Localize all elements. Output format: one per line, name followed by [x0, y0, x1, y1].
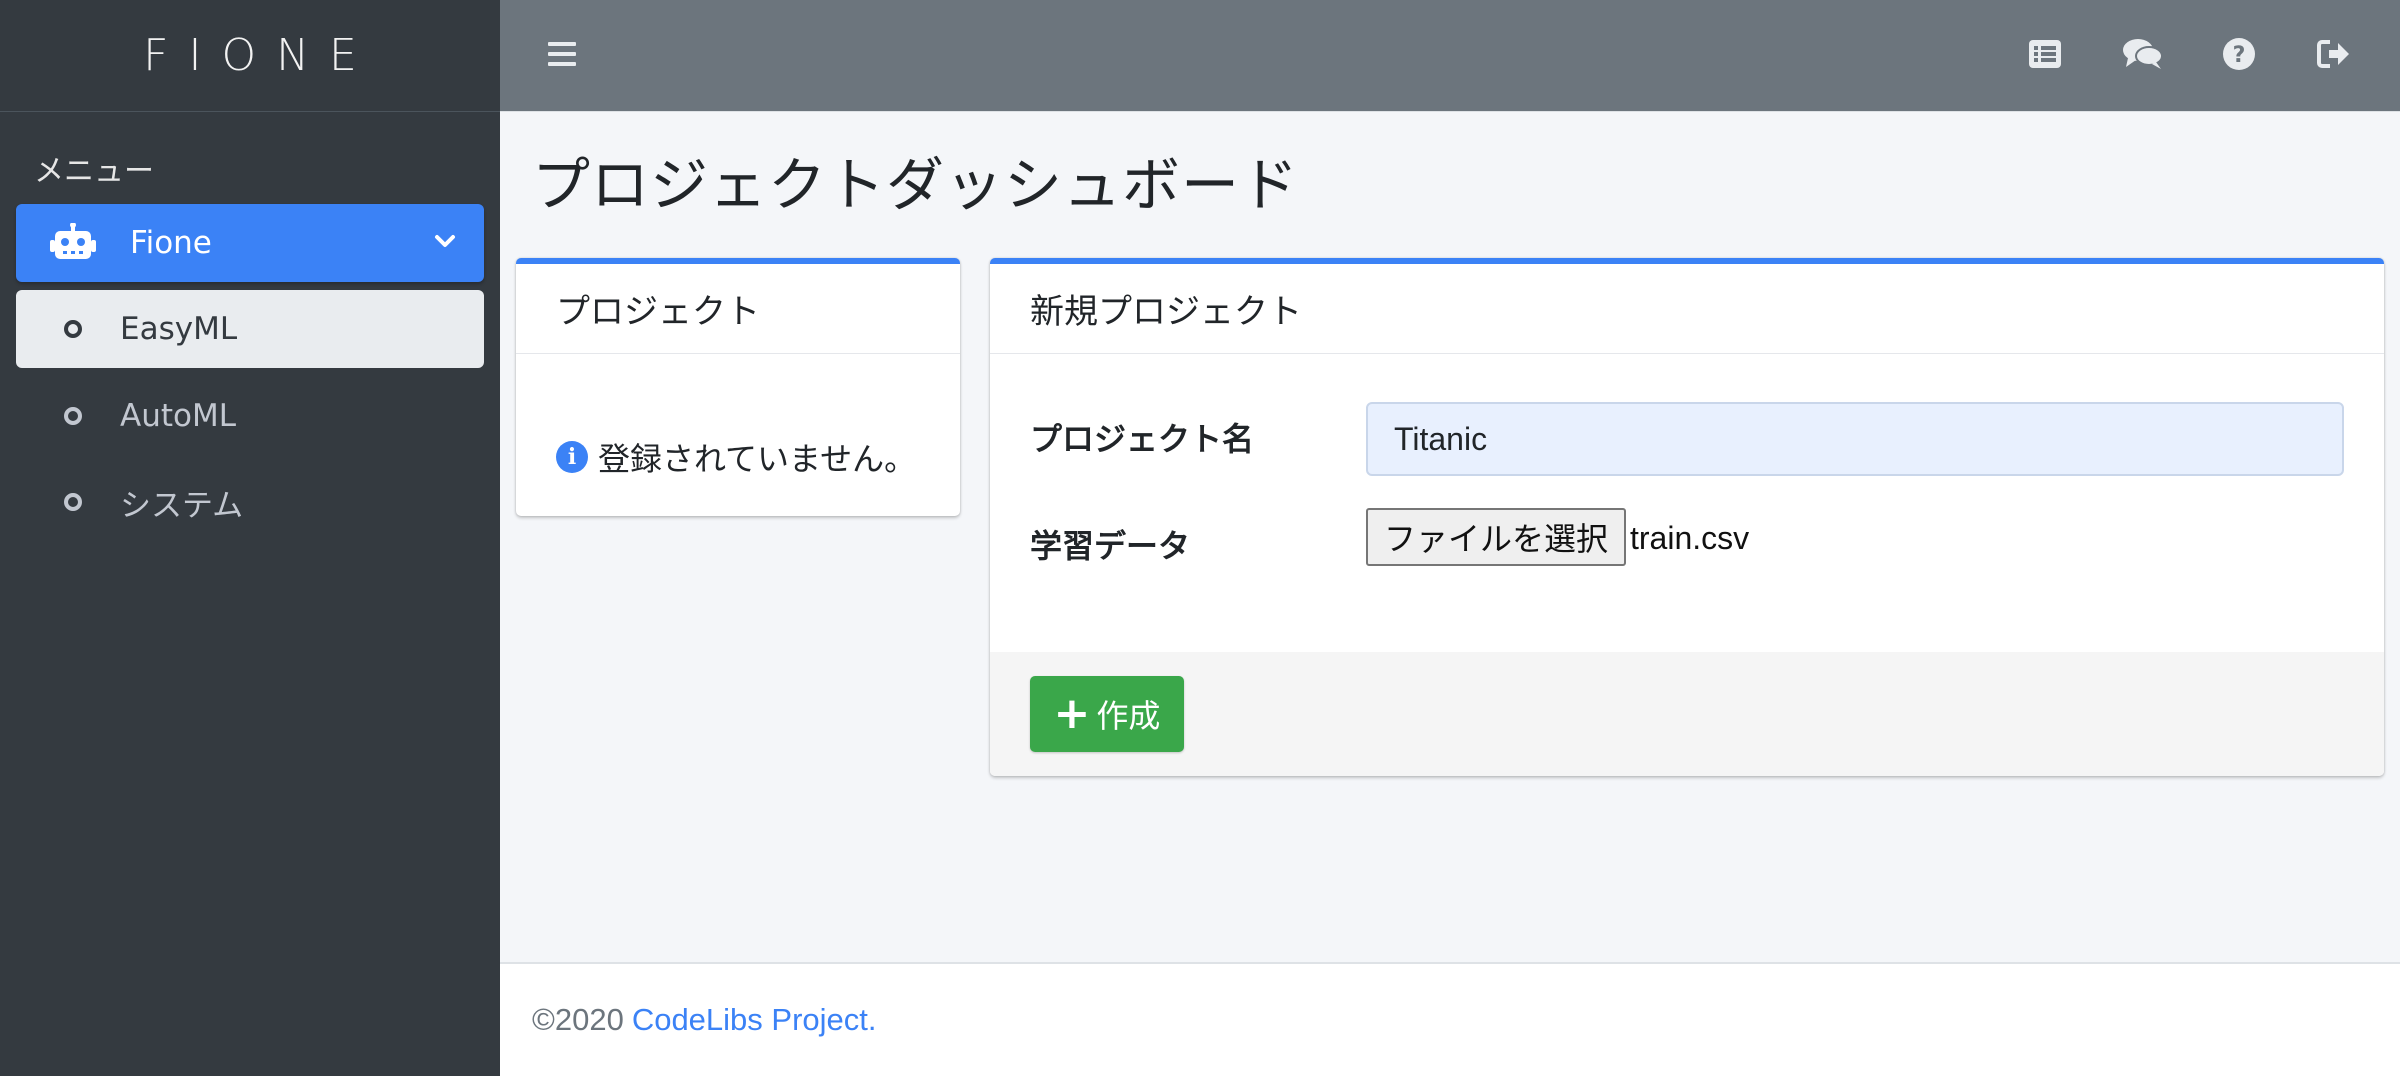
file-name: train.csv	[1630, 520, 1750, 556]
sidebar-item-easyml[interactable]: EasyML	[16, 290, 484, 368]
chevron-down-icon	[434, 230, 456, 256]
sidebar-item-label: システム	[120, 487, 244, 524]
robot-icon	[50, 223, 106, 263]
empty-message: i 登録されていません。	[556, 434, 916, 480]
circle-icon	[64, 407, 82, 425]
brand-logo[interactable]: FIONE	[123, 30, 377, 81]
sidebar-item-label: EasyML	[120, 311, 238, 347]
create-button[interactable]: + 作成	[1030, 676, 1184, 752]
logout-icon[interactable]	[2316, 36, 2352, 76]
projects-card-header: プロジェクト	[516, 264, 960, 354]
page-footer: ©2020 CodeLibs Project .	[500, 962, 2400, 1076]
circle-icon	[64, 320, 82, 338]
comments-icon[interactable]	[2122, 36, 2164, 76]
project-name-input[interactable]	[1366, 402, 2344, 476]
svg-text:?: ?	[2233, 43, 2246, 68]
top-navbar: ?	[500, 0, 2400, 112]
sidebar-item-fione[interactable]: Fione	[16, 204, 484, 282]
copyright-text: ©2020	[532, 1002, 624, 1037]
codelibs-link[interactable]: CodeLibs Project	[632, 1002, 868, 1038]
plus-icon: +	[1053, 688, 1091, 739]
sidebar-item-automl[interactable]: AutoML	[16, 377, 484, 455]
sidebar-item-label: AutoML	[120, 398, 236, 434]
projects-card: プロジェクト i 登録されていません。	[516, 258, 960, 516]
menu-header: メニュー	[34, 154, 154, 189]
file-select-button[interactable]: ファイルを選択	[1366, 508, 1627, 566]
footer-period: .	[867, 1002, 877, 1037]
menu-icon[interactable]	[546, 38, 578, 74]
sidebar: FIONE メニュー Fione EasyML AutoML システム	[0, 0, 500, 1076]
list-icon[interactable]	[2027, 36, 2063, 76]
training-data-label: 学習データ	[1030, 527, 1191, 565]
page-title: プロジェクトダッシュボード	[532, 151, 1300, 219]
sidebar-item-label: Fione	[130, 225, 212, 261]
brand[interactable]: FIONE	[0, 0, 500, 112]
empty-message-text: 登録されていません。	[598, 440, 917, 478]
card-footer: + 作成	[990, 652, 2384, 776]
sidebar-item-system[interactable]: システム	[16, 463, 484, 541]
create-button-label: 作成	[1096, 697, 1161, 735]
project-name-label: プロジェクト名	[1030, 420, 1255, 458]
info-icon: i	[556, 441, 588, 473]
new-project-card-header: 新規プロジェクト	[990, 264, 2384, 354]
new-project-card: 新規プロジェクト プロジェクト名 学習データ ファイルを選択 train.csv…	[990, 258, 2384, 776]
help-icon[interactable]: ?	[2221, 36, 2257, 76]
circle-icon	[64, 493, 82, 511]
